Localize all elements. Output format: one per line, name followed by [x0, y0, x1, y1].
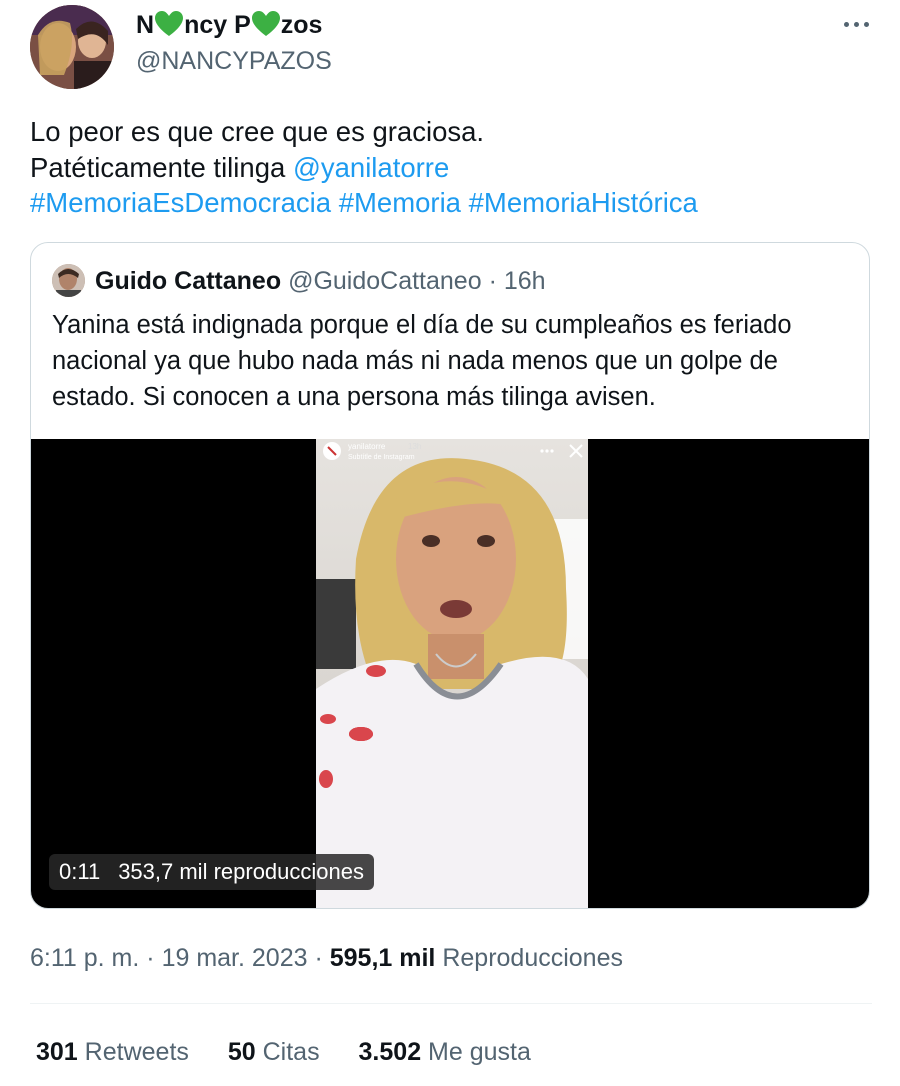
avatar-photo — [30, 5, 114, 89]
meta-separator: · — [146, 944, 155, 972]
quotes-count: 50 — [227, 1038, 256, 1066]
engagement-stats: 301 Retweets 50 Citas 3.502 Me gusta — [36, 1036, 563, 1068]
tweet-date[interactable]: 19 mar. 2023 — [162, 944, 308, 972]
video-thumbnail: yanilatorre 13h Subtítle de Instagram — [316, 439, 588, 908]
avatar[interactable] — [30, 5, 114, 89]
quote-timestamp[interactable]: 16h — [504, 267, 546, 295]
tweet-meta: 6:11 p. m. · 19 mar. 2023 · 595,1 mil Re… — [30, 942, 623, 974]
hashtag-link[interactable]: #MemoriaHistórica — [469, 187, 698, 218]
hashtag-line: #MemoriaEsDemocracia #Memoria #MemoriaHi… — [30, 185, 870, 221]
quotes-stat[interactable]: 50 Citas — [228, 1036, 320, 1068]
story-subtitle: Subtítle de Instagram — [348, 454, 415, 461]
video-frame: yanilatorre 13h Subtítle de Instagram — [316, 439, 588, 908]
quote-author-handle[interactable]: @GuidoCattaneo — [288, 267, 482, 295]
more-icon[interactable] — [840, 12, 874, 36]
green-heart-icon — [251, 11, 280, 36]
retweets-label: Retweets — [84, 1038, 189, 1066]
quotes-label: Citas — [262, 1038, 320, 1066]
likes-count: 3.502 — [358, 1038, 422, 1066]
views-label: Reproducciones — [442, 944, 623, 972]
tweet-line-2: Patéticamente tilinga @yanilatorre — [30, 150, 870, 186]
tweet-line-1: Lo peor es que cree que es graciosa. — [30, 116, 485, 147]
tweet-time[interactable]: 6:11 p. m. — [30, 944, 139, 972]
retweets-stat[interactable]: 301 Retweets — [36, 1036, 189, 1068]
green-heart-icon — [155, 11, 184, 36]
name-part-1: N — [136, 11, 155, 39]
divider — [30, 1003, 872, 1004]
likes-stat[interactable]: 3.502 Me gusta — [359, 1036, 531, 1068]
video-duration: 0:11 — [59, 859, 101, 884]
name-part-3: zos — [280, 11, 323, 39]
retweets-count: 301 — [36, 1038, 78, 1066]
hashtag-link[interactable]: #MemoriaEsDemocracia — [30, 187, 331, 218]
quoted-tweet-card[interactable]: Guido Cattaneo @GuidoCattaneo · 16h Yani… — [30, 242, 870, 909]
tweet-line-2-text: Patéticamente tilinga — [30, 151, 293, 183]
views-count: 595,1 mil — [329, 944, 436, 972]
story-time: 13h — [408, 442, 421, 451]
quote-avatar[interactable] — [52, 264, 85, 297]
story-username: yanilatorre — [348, 442, 386, 451]
name-part-2: ncy P — [184, 11, 251, 39]
mention-link[interactable]: @yanilatorre — [293, 152, 449, 183]
quote-separator: · — [488, 267, 497, 295]
video-view-count: 353,7 mil reproducciones — [118, 859, 364, 884]
quote-avatar-photo — [52, 264, 85, 297]
hashtag-link[interactable]: #Memoria — [339, 187, 461, 218]
meta-separator: · — [314, 944, 323, 972]
video-player[interactable]: yanilatorre 13h Subtítle de Instagram 0:… — [31, 439, 869, 908]
author-handle[interactable]: @NANCYPAZOS — [136, 46, 332, 76]
story-more-icon — [540, 449, 554, 453]
quote-author-name[interactable]: Guido Cattaneo — [95, 267, 281, 295]
quote-text: Yanina está indignada porque el día de s… — [52, 311, 792, 411]
quote-header: Guido Cattaneo @GuidoCattaneo · 16h — [95, 265, 546, 297]
tweet-text: Lo peor es que cree que es graciosa. Pat… — [30, 114, 870, 221]
likes-label: Me gusta — [428, 1038, 531, 1066]
author-display-name[interactable]: Nncy P zos — [136, 10, 322, 40]
video-stats-badge: 0:11 353,7 mil reproducciones — [49, 854, 374, 890]
